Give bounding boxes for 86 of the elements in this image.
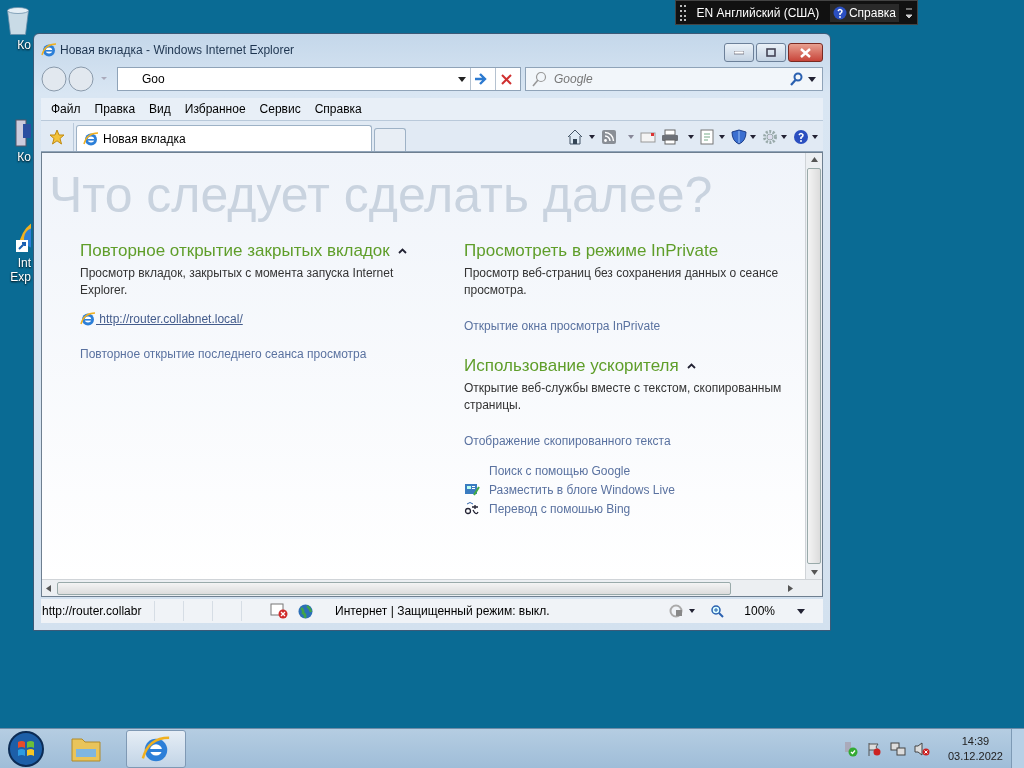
scroll-up-icon[interactable] [810,157,818,162]
desktop-icon-label: Ко [17,150,31,164]
print-icon[interactable] [661,129,695,145]
section-description: просмотра. [464,282,528,299]
dropdown-caret-icon[interactable] [808,76,816,82]
section-link[interactable]: Повторное открытие последнего сеанса просмотра [80,347,367,361]
section-heading: Использование ускорителя [464,356,679,376]
browser-tab[interactable]: Новая вкладка [76,125,372,151]
accelerator-link[interactable]: Разместить в блоге Windows Live [489,483,675,497]
network-icon[interactable] [889,740,906,757]
scroll-left-icon[interactable] [46,584,51,592]
section-link[interactable]: Отображение скопированного текста [464,434,671,448]
menu-item[interactable]: Файл [45,100,87,118]
collapse-caret-icon[interactable] [397,248,407,254]
scroll-right-icon[interactable] [788,584,793,592]
section-description: страницы. [464,397,522,414]
maximize-button[interactable] [756,43,786,62]
blocked-page-icon[interactable] [270,603,288,619]
taskbar-button[interactable] [126,729,186,768]
accelerator-link[interactable]: Поиск с помощью Google [489,464,631,478]
menu-item[interactable]: Вид [143,100,177,118]
status-url: http://router.collabr [41,604,143,618]
mail-icon[interactable] [640,131,656,143]
start-button[interactable] [6,728,46,768]
section-heading: Просмотреть в режиме InPrivate [464,241,719,261]
menu-item[interactable]: Правка [88,100,142,118]
security-zone[interactable]: Интернет | Защищенный режим: выкл. [298,603,550,619]
desktop-icon-label: Ко [17,38,31,52]
menu-item[interactable]: Сервис [253,100,307,118]
section-description: Просмотр вкладок, закрытых с момента запуска Internet Explorer. [80,265,395,299]
search-field[interactable]: Google [552,71,786,87]
settings-icon[interactable] [762,129,788,145]
page-icon[interactable] [700,129,726,145]
section-heading: Повторное открытие закрытых вкладок [80,241,390,261]
search-icon[interactable] [790,72,804,86]
accelerator-link[interactable]: Перевод с помошью Bing [489,502,631,516]
close-button[interactable] [788,43,823,62]
dropdown-caret-icon[interactable] [797,608,805,614]
recent-tab-link[interactable]: http://router.collabnet.local/ [96,312,243,326]
section-description: Просмотр веб-страниц без сохранения данных о сеансе [464,265,780,282]
globe-icon [298,603,313,619]
action-center-flag-icon[interactable] [865,740,882,757]
dropdown-caret-icon[interactable] [458,76,466,82]
translate-icon [464,501,480,517]
blog-icon [464,483,480,497]
help-button[interactable]: Справка [829,3,899,22]
feeds-icon[interactable] [601,129,635,145]
minimize-button[interactable] [724,43,754,62]
search-icon [532,71,548,87]
scroll-down-icon[interactable] [810,570,818,575]
favorites-star-icon[interactable] [49,129,65,145]
window-title: Новая вкладка - Windows Internet Explorer [60,43,296,57]
desktop-icon-label: Int [17,256,31,270]
desktop-icon-label: Exp [10,270,31,284]
section-description: Открытие веб-службы вместе с текстом, скопированным [464,380,783,397]
clock-date[interactable]: 03.12.2022 [947,748,1003,764]
go-arrow-icon[interactable] [474,73,488,85]
zoom-control[interactable]: 100% [711,604,775,618]
search-box[interactable]: Google [525,67,823,91]
menu-item[interactable]: Справка [308,100,368,118]
safety-shield-icon[interactable] [731,129,757,145]
help-icon [832,5,847,20]
minimize-icon [734,50,744,55]
protected-mode-icon[interactable] [669,604,698,618]
grip-icon[interactable] [680,3,686,22]
section-link[interactable]: Открытие окна просмотра InPrivate [464,319,661,333]
vertical-scrollbar[interactable] [805,153,822,579]
address-value: Goo [141,72,166,86]
address-bar[interactable]: Goo [117,67,521,91]
clock-time[interactable]: 14:39 [961,733,990,749]
ie-logo-icon [41,42,57,58]
home-icon[interactable] [566,129,596,145]
collapse-caret-icon[interactable] [686,363,696,369]
ie-logo-icon [80,311,96,327]
help-icon[interactable] [793,129,819,145]
horizontal-scrollbar[interactable] [42,579,822,596]
options-caret-icon[interactable] [905,5,913,20]
stop-icon[interactable] [500,73,512,85]
menu-item[interactable]: Избранное [178,100,252,118]
ie-logo-icon [83,130,99,147]
language-indicator[interactable]: EN Английский (США) [692,5,824,20]
maximize-icon [766,48,776,57]
close-icon [800,47,811,58]
muted-speaker-icon[interactable] [913,740,930,757]
computer-icon[interactable] [15,118,31,148]
zoom-icon [711,604,725,618]
